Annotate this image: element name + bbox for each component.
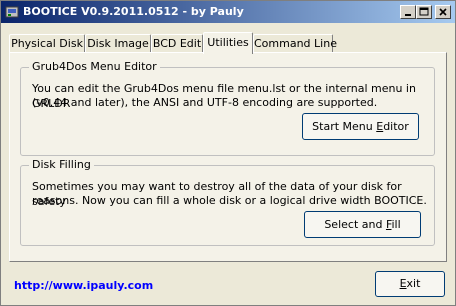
exit-button[interactable]: Exit — [375, 271, 445, 297]
tab-disk-image[interactable]: Disk Image — [85, 34, 151, 53]
exit-label-post: xit — [406, 277, 421, 290]
website-link[interactable]: http://www.ipauly.com — [14, 279, 153, 292]
exit-accesskey: E — [399, 277, 407, 290]
utilities-panel: Grub4Dos Menu Editor You can edit the Gr… — [9, 52, 447, 262]
disk-filling-line2: reasons. Now you can fill a whole disk o… — [32, 194, 427, 207]
title-bar: BOOTICE V0.9.2011.0512 - by Pauly — [1, 1, 455, 23]
disk-filling-legend: Disk Filling — [29, 158, 94, 171]
start-menu-editor-label-post: ditor — [383, 120, 409, 133]
select-and-fill-label-pre: Select and — [324, 218, 386, 231]
grub4dos-legend: Grub4Dos Menu Editor — [29, 60, 160, 73]
grub4dos-line2: (v0.44 and later), the ANSI and UTF-8 en… — [32, 96, 378, 109]
start-menu-editor-label-pre: Start Menu — [312, 120, 377, 133]
select-and-fill-label-post: ill — [391, 218, 401, 231]
select-and-fill-button[interactable]: Select and Fill — [304, 211, 421, 238]
minimize-icon — [405, 14, 411, 16]
maximize-icon — [419, 7, 429, 16]
tab-command-line[interactable]: Command Line — [253, 34, 337, 53]
tab-physical-disk[interactable]: Physical Disk — [9, 34, 85, 53]
start-menu-editor-button[interactable]: Start Menu Editor — [302, 113, 419, 140]
close-button[interactable] — [435, 5, 451, 19]
grub4dos-group: Grub4Dos Menu Editor You can edit the Gr… — [20, 60, 435, 156]
disk-filling-group: Disk Filling Sometimes you may want to d… — [20, 158, 435, 246]
minimize-button[interactable] — [400, 5, 416, 19]
window-title: BOOTICE V0.9.2011.0512 - by Pauly — [23, 5, 244, 18]
maximize-button[interactable] — [416, 5, 432, 19]
tab-utilities[interactable]: Utilities — [203, 32, 253, 54]
bootice-window: BOOTICE V0.9.2011.0512 - by Pauly Physic… — [0, 0, 456, 306]
close-icon — [439, 8, 447, 16]
tab-bcd-edit[interactable]: BCD Edit — [151, 34, 203, 53]
app-icon — [4, 4, 20, 20]
